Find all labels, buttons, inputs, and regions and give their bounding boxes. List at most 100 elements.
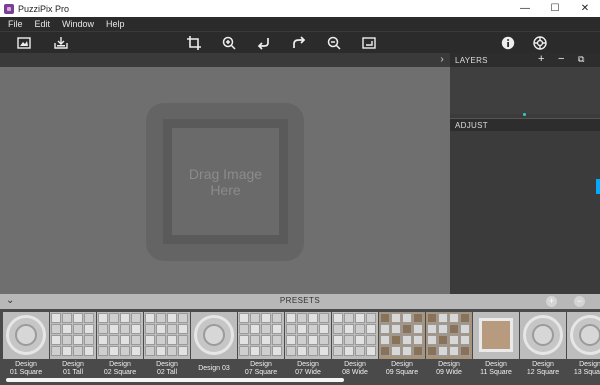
menu-window[interactable]: Window [56,19,100,29]
preset-tile-shape [178,346,188,356]
preset-tile-shape [131,313,141,323]
fit-to-screen-icon[interactable] [361,35,377,51]
preset-thumbnail [520,312,566,359]
preset-tile-shape [460,335,470,345]
zoom-out-icon[interactable] [326,35,342,51]
preset-tile-shape [355,324,365,334]
preset-label: Design 01 Tall [62,361,84,376]
preset-tile-shape [131,324,141,334]
preset-tile-shape [366,313,376,323]
info-icon[interactable] [500,35,516,51]
preset-frame-shape [479,318,513,352]
preset-tile-shape [355,335,365,345]
preset-tile-shape [250,324,260,334]
preset-item[interactable]: Design 09 Wide [426,312,472,382]
preset-tile-shape [109,313,119,323]
drop-zone-text: Drag Image Here [188,165,263,198]
remove-layer-button[interactable]: − [558,54,564,65]
right-panel-scrollbar[interactable] [596,179,600,194]
preset-item[interactable]: Design 11 Square [473,312,519,382]
preset-tile-shape [427,324,437,334]
preset-tile-shape [402,324,412,334]
menu-edit[interactable]: Edit [29,19,57,29]
preset-tile-shape [167,335,177,345]
remove-preset-button[interactable]: − [574,296,585,307]
preset-item[interactable]: Design 02 Square [97,312,143,382]
preset-thumbnail [191,312,237,359]
preset-tile-shape [51,324,61,334]
preset-thumbnail [332,312,378,359]
preset-thumbnail [426,312,472,359]
preset-tile-shape [460,324,470,334]
add-layer-button[interactable]: + [538,54,544,65]
preset-tile-shape [167,346,177,356]
preset-item[interactable]: Design 03 [191,312,237,382]
preset-tile-shape [261,324,271,334]
preset-thumbnail [567,312,600,359]
maximize-button[interactable]: ☐ [540,0,570,17]
preset-tile-shape [333,335,343,345]
preset-tile-shape [438,346,448,356]
menu-help[interactable]: Help [100,19,131,29]
minimize-button[interactable]: — [510,0,540,17]
toolbar [0,31,600,53]
preset-tile-shape [84,346,94,356]
preset-item[interactable]: Design 01 Tall [50,312,96,382]
preset-tile-shape [62,324,72,334]
preset-tile-shape [239,324,249,334]
preset-label: Design 02 Square [103,361,137,376]
preset-label: Design 09 Square [385,361,419,376]
preset-item[interactable]: Design 09 Square [379,312,425,382]
duplicate-layer-button[interactable]: ⧉ [578,54,584,65]
close-button[interactable]: ✕ [570,0,600,17]
preset-thumbnail [379,312,425,359]
preset-item[interactable]: Design 13 Square [567,312,600,382]
preset-thumbnail [50,312,96,359]
preset-tile-shape [131,346,141,356]
preset-tile-shape [156,335,166,345]
preset-tile-shape [427,313,437,323]
preset-item[interactable]: Design 07 Square [238,312,284,382]
settings-icon[interactable] [532,35,548,51]
preset-label: Design 09 Wide [436,361,462,376]
preset-item[interactable]: Design 02 Tall [144,312,190,382]
preset-tile-shape [109,335,119,345]
preset-tile-shape [308,335,318,345]
preset-tile-shape [84,324,94,334]
preset-tile-shape [51,346,61,356]
preset-tile-shape [156,346,166,356]
preset-tile-shape [250,346,260,356]
save-image-icon[interactable] [53,35,69,51]
crop-icon[interactable] [186,35,202,51]
preset-tile-shape [62,335,72,345]
preset-tile-shape [250,335,260,345]
layers-resize-handle[interactable] [523,113,526,116]
preset-item[interactable]: Design 07 Wide [285,312,331,382]
preset-tile-shape [178,313,188,323]
add-preset-button[interactable]: + [546,296,557,307]
preset-tile-shape [120,313,130,323]
preset-tile-shape [380,335,390,345]
preset-item[interactable]: Design 08 Wide [332,312,378,382]
preset-label: Design 13 Square [573,361,600,376]
redo-icon[interactable] [291,35,307,51]
layers-list[interactable] [450,67,600,114]
collapse-panel-icon[interactable]: › [437,55,447,65]
zoom-in-icon[interactable] [221,35,237,51]
preset-tile-shape [286,335,296,345]
presets-title: PRESETS [279,296,321,305]
preset-tile-shape [438,324,448,334]
preset-label: Design 07 Wide [295,361,321,376]
preset-tile-shape [109,346,119,356]
preset-label: Design 12 Square [526,361,560,376]
menu-file[interactable]: File [0,19,29,29]
preset-tile-shape [449,346,459,356]
preset-thumbnail [144,312,190,359]
presets-scrollbar[interactable] [6,378,344,382]
open-image-icon[interactable] [16,35,32,51]
preset-tile-shape [145,313,155,323]
preset-tile-shape [333,313,343,323]
preset-item[interactable]: Design 12 Square [520,312,566,382]
undo-icon[interactable] [256,35,272,51]
preset-item[interactable]: Design 01 Square [3,312,49,382]
